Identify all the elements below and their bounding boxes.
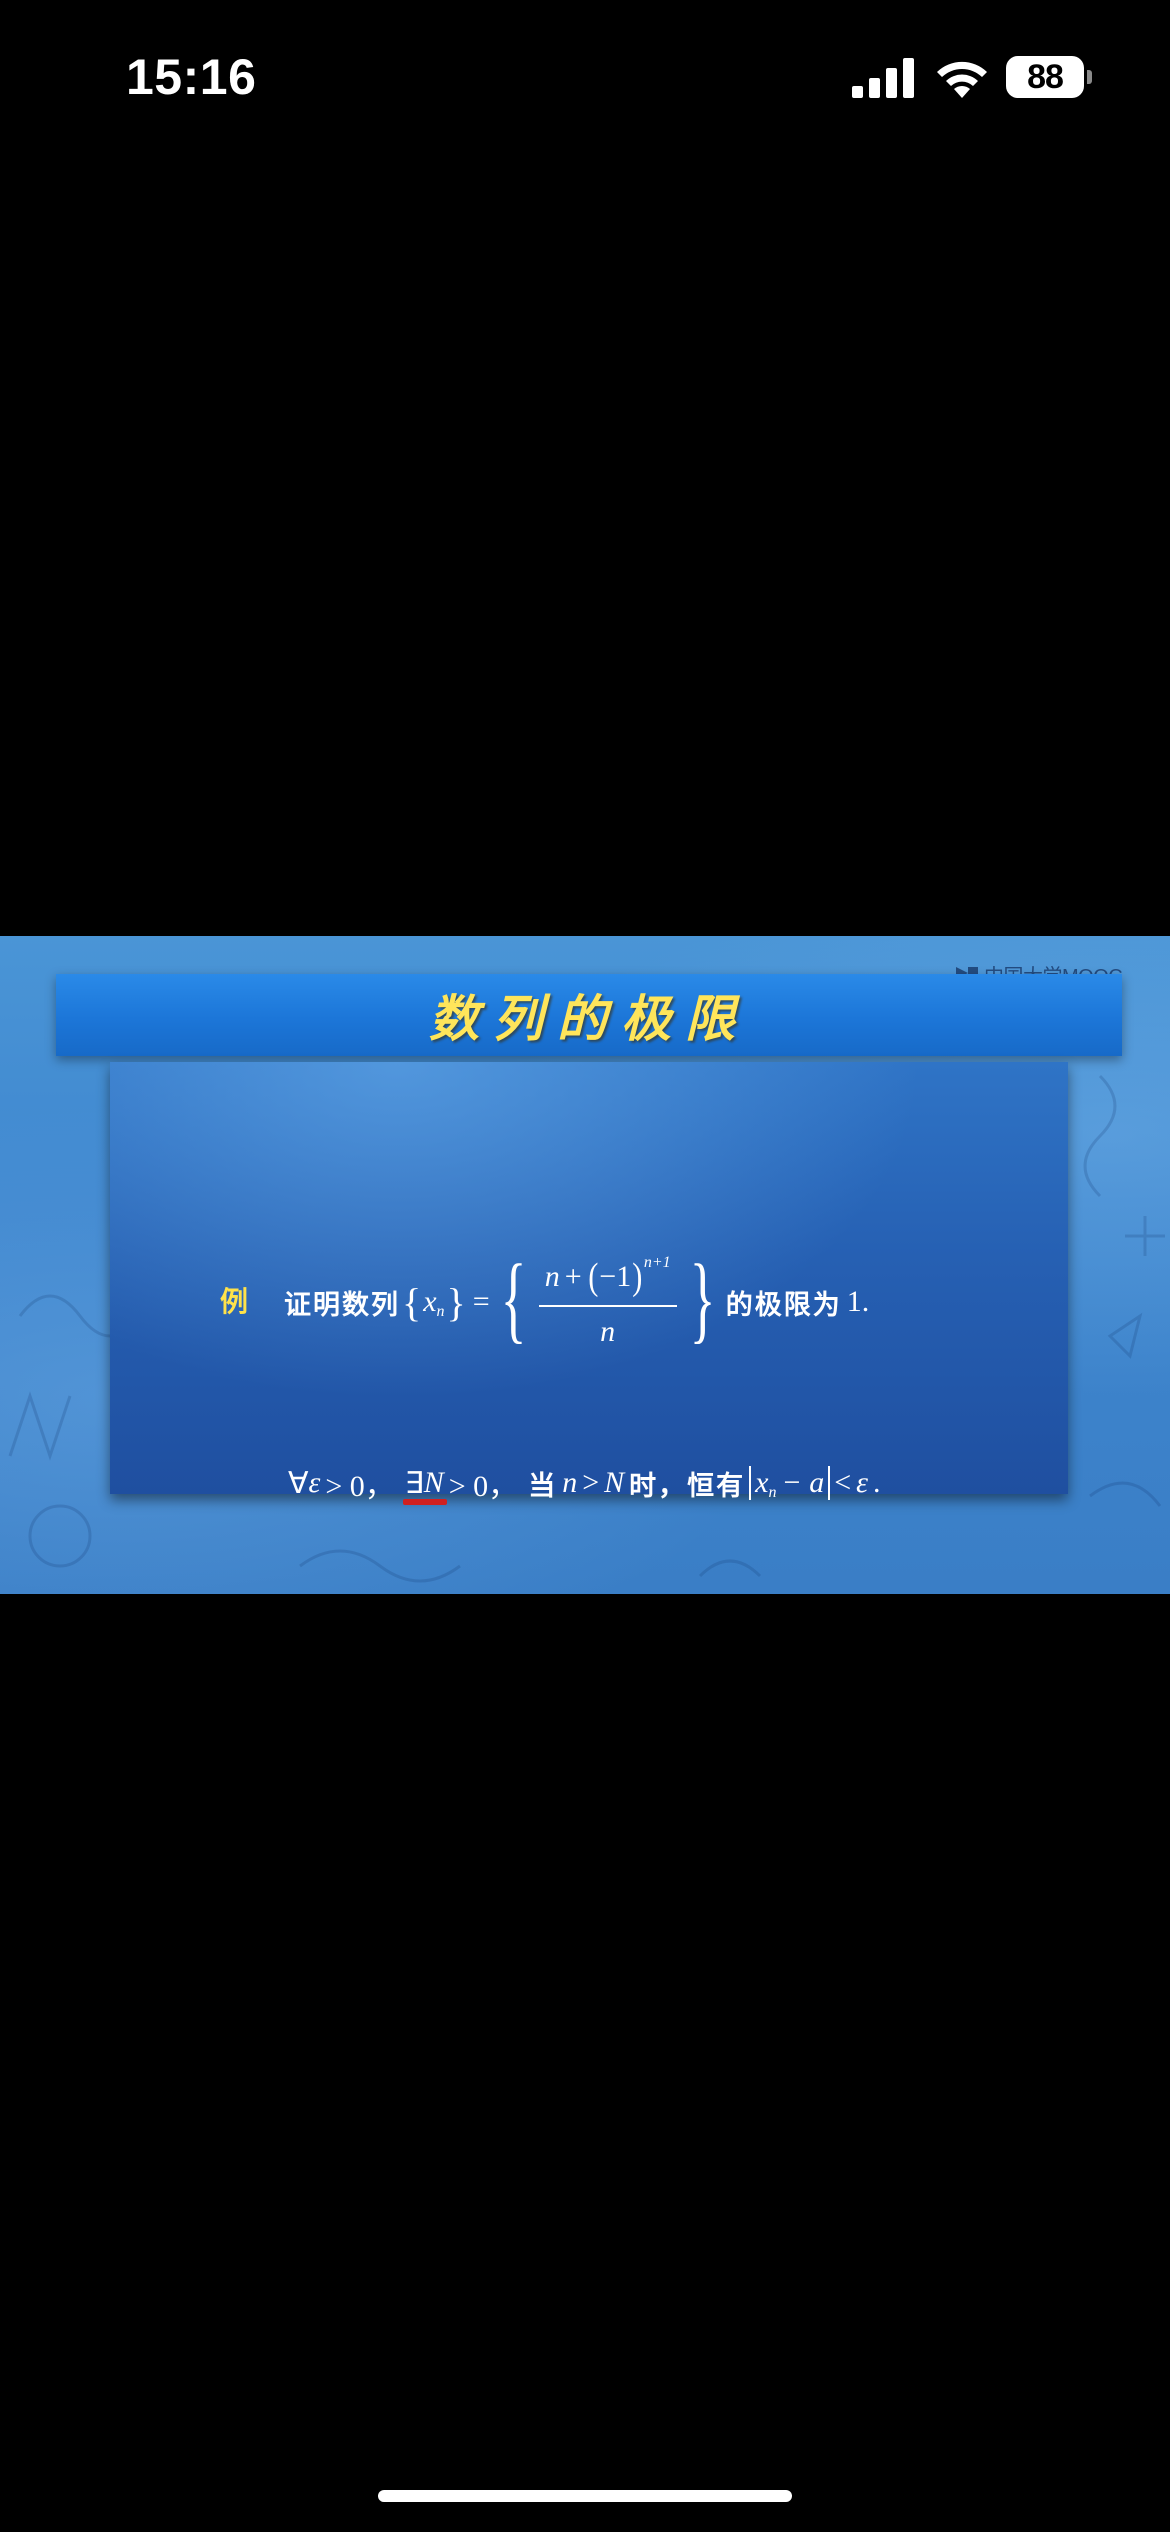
abs-right-bar <box>828 1466 831 1500</box>
battery-body: 88 <box>1006 56 1084 98</box>
capital-n: N <box>423 1466 444 1499</box>
big-left-brace: { <box>500 1245 527 1353</box>
numerator-base: −1 <box>599 1260 632 1293</box>
x-subscript: n <box>768 1484 777 1501</box>
gt-zero-b: > 0， <box>448 1470 519 1503</box>
right-brace: } <box>446 1279 466 1325</box>
when-text: 当 <box>528 1470 558 1502</box>
minus-a: − a <box>781 1466 825 1499</box>
slide-title: 数列的极限 <box>429 989 749 1048</box>
less-than: < <box>834 1466 852 1499</box>
abs-left-bar <box>749 1466 752 1500</box>
capital-n-2: N <box>604 1466 625 1499</box>
limit-definition: ∀ ε > 0， ∃ N > 0， 当 n > N 时，恒有 xn − a < … <box>288 1458 880 1508</box>
period: . <box>872 1466 881 1499</box>
exists-symbol: ∃ <box>404 1466 424 1500</box>
example-label: 例 <box>220 1285 249 1318</box>
then-text: 时，恒有 <box>629 1470 746 1502</box>
numerator-exponent: n+1 <box>643 1254 671 1271</box>
battery-cap <box>1087 70 1092 84</box>
x-variable: x <box>755 1466 769 1499</box>
slide-title-banner: 数列的极限 <box>56 974 1122 1056</box>
forall-symbol: ∀ <box>288 1466 309 1500</box>
fraction: n + ( −1 ) n+1 n <box>538 1254 677 1349</box>
example-suffix: 的极限为 <box>725 1289 842 1321</box>
sequence-subscript: n <box>436 1303 445 1320</box>
example-statement: 证明数列 { xn } = { n + ( −1 ) n+1 n } 的极限为 … <box>284 1250 870 1348</box>
fraction-denominator: n <box>600 1315 616 1348</box>
big-right-brace: } <box>689 1245 716 1353</box>
wifi-icon <box>937 61 987 98</box>
slide-content-panel: 例 证明数列 { xn } = { n + ( −1 ) n+1 n} 的极限… <box>110 1062 1068 1505</box>
cellular-signal-icon <box>852 58 914 98</box>
example-prefix: 证明数列 <box>284 1289 400 1321</box>
home-indicator[interactable] <box>378 2490 792 2502</box>
battery-level: 88 <box>1027 57 1064 96</box>
battery-icon: 88 <box>1006 56 1092 98</box>
numerator-n: n <box>544 1260 560 1293</box>
left-brace: { <box>402 1279 422 1325</box>
video-player[interactable]: 中国大学MOOC 数列的极限 例 证明数列 { xn } = { n + ( −… <box>0 936 1170 1594</box>
status-time: 15:16 <box>126 49 257 105</box>
small-n: n <box>562 1466 578 1499</box>
gt-zero-a: > 0， <box>325 1470 395 1503</box>
limit-value: 1. <box>846 1285 870 1318</box>
fraction-numerator: n + ( −1 ) n+1 <box>538 1254 677 1307</box>
status-bar: 15:16 88 <box>0 0 1170 150</box>
left-paren: ( <box>587 1256 599 1298</box>
exists-n-highlight: ∃ N <box>402 1466 447 1505</box>
epsilon-symbol-2: ε <box>856 1466 868 1499</box>
red-underline-mark <box>402 1498 447 1505</box>
numerator-plus: + <box>564 1260 582 1293</box>
epsilon-symbol: ε <box>308 1466 321 1499</box>
sequence-variable: x <box>423 1285 437 1318</box>
equals-sign: = <box>472 1285 490 1318</box>
right-paren: ) <box>632 1256 643 1298</box>
greater-than: > <box>582 1466 600 1499</box>
